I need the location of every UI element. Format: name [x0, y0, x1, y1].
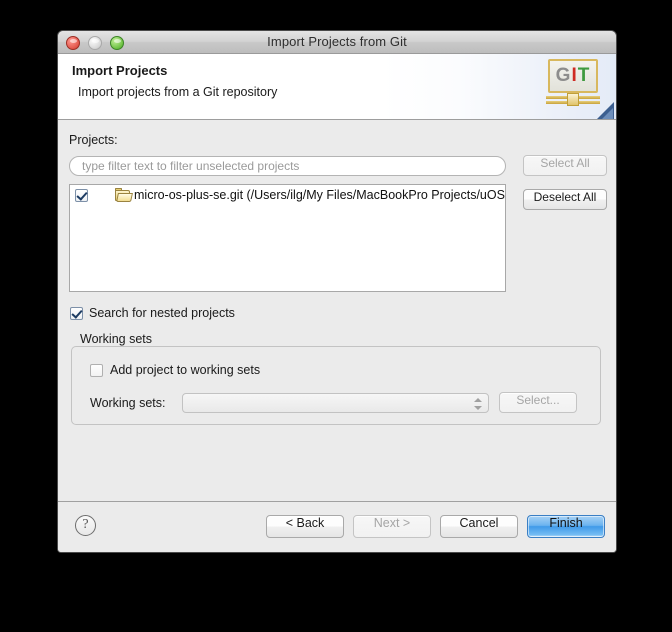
projects-label: Projects: — [69, 133, 118, 147]
wizard-footer: ? < Back Next > Cancel Finish — [58, 501, 616, 552]
git-banner-logo: GIT — [546, 59, 602, 113]
git-logo-letter-g: G — [555, 65, 572, 86]
working-sets-group: Add project to working sets Working sets… — [71, 346, 601, 425]
working-sets-combo[interactable] — [182, 392, 489, 413]
finish-button[interactable]: Finish — [527, 515, 605, 538]
cancel-button[interactable]: Cancel — [440, 515, 518, 538]
wizard-header: Import Projects Import projects from a G… — [58, 54, 616, 120]
tree-item-label: micro-os-plus-se.git (/Users/ilg/My File… — [134, 188, 505, 202]
corner-triangle-inner-icon — [602, 108, 613, 119]
projects-tree[interactable]: micro-os-plus-se.git (/Users/ilg/My File… — [69, 184, 506, 292]
import-projects-window: Import Projects from Git Import Projects… — [57, 30, 617, 553]
add-to-working-sets-checkbox[interactable] — [90, 363, 103, 377]
working-sets-group-label: Working sets — [80, 332, 153, 346]
search-nested-projects-checkbox[interactable] — [70, 306, 83, 320]
page-title: Import Projects — [72, 63, 168, 78]
chevron-updown-icon — [474, 397, 482, 411]
wizard-body: Projects: Select All Deselect All micro-… — [58, 120, 616, 501]
add-to-working-sets-label: Add project to working sets — [110, 363, 261, 377]
git-logo-letter-t: T — [577, 65, 591, 86]
working-sets-label: Working sets: — [90, 395, 166, 410]
search-nested-projects-row[interactable]: Search for nested projects — [70, 306, 235, 320]
folder-icon — [115, 188, 133, 202]
deselect-all-button[interactable]: Deselect All — [523, 189, 607, 210]
window-title: Import Projects from Git — [267, 34, 407, 49]
select-all-button[interactable]: Select All — [523, 155, 607, 176]
page-subtitle: Import projects from a Git repository — [78, 85, 278, 99]
git-logo-plate: GIT — [548, 59, 598, 93]
back-button[interactable]: < Back — [266, 515, 344, 538]
table-row[interactable]: micro-os-plus-se.git (/Users/ilg/My File… — [70, 185, 505, 205]
footer-button-group: < Back Next > Cancel Finish — [266, 515, 605, 538]
select-working-set-button[interactable]: Select... — [499, 392, 577, 413]
filter-input[interactable] — [69, 156, 506, 176]
working-sets-row: Working sets: Select... — [90, 392, 577, 413]
window-titlebar: Import Projects from Git — [58, 31, 616, 54]
tree-item-checkbox[interactable] — [75, 188, 88, 202]
search-nested-projects-label: Search for nested projects — [89, 306, 235, 320]
git-logo-knot — [567, 93, 579, 106]
add-to-working-sets-row[interactable]: Add project to working sets — [90, 363, 260, 377]
next-button[interactable]: Next > — [353, 515, 431, 538]
help-icon[interactable]: ? — [75, 515, 96, 536]
